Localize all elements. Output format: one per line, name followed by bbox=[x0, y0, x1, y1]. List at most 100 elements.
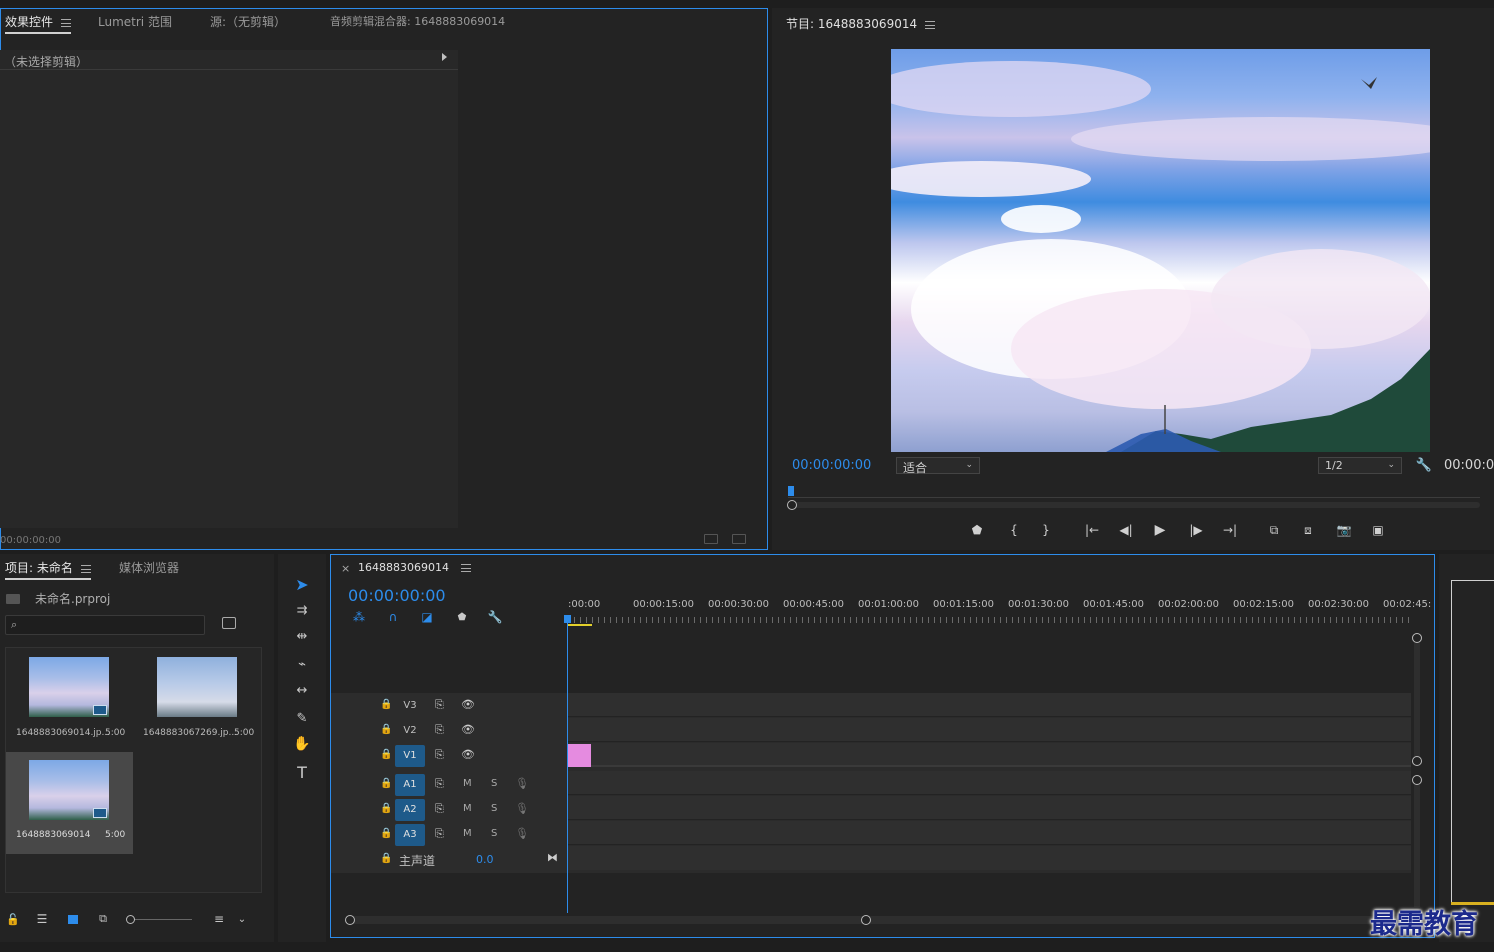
eye-icon[interactable]: 👁 bbox=[461, 723, 475, 736]
hand-tool-icon[interactable]: ✋ bbox=[291, 734, 313, 754]
track-a3-lane[interactable] bbox=[568, 821, 1411, 845]
panel-menu-icon[interactable] bbox=[460, 564, 471, 572]
timeline-sequence-tab[interactable]: 1648883069014 bbox=[358, 561, 471, 574]
no-clip-row[interactable]: （未选择剪辑） bbox=[0, 50, 458, 70]
add-marker-button[interactable]: ⬟ bbox=[967, 520, 987, 540]
project-item[interactable]: 1648883069014.jp... 5:00 bbox=[6, 648, 133, 752]
track-target-a1[interactable]: A1 bbox=[395, 774, 425, 796]
snap-magnet-icon[interactable]: ∩ bbox=[385, 610, 401, 624]
project-item[interactable]: 1648883067269.jp... 5:00 bbox=[134, 648, 261, 752]
mark-in-button[interactable]: { bbox=[1004, 520, 1024, 540]
track-lock-icon[interactable]: 🔒 bbox=[380, 803, 392, 814]
play-button[interactable]: ▶ bbox=[1150, 520, 1170, 540]
ripple-edit-tool-icon[interactable]: ⇹ bbox=[291, 626, 313, 646]
tab-project[interactable]: 项目: 未命名 bbox=[5, 554, 91, 582]
panel-menu-icon[interactable] bbox=[925, 20, 936, 29]
thumbnail-size-slider[interactable] bbox=[126, 915, 192, 924]
track-a2-lane[interactable] bbox=[568, 796, 1411, 820]
panel-menu-icon[interactable] bbox=[80, 564, 91, 573]
selection-tool-icon[interactable]: ➤ bbox=[291, 573, 313, 595]
master-track-volume[interactable]: 0.0 bbox=[476, 853, 494, 866]
program-time-ruler[interactable] bbox=[788, 484, 1480, 498]
wrench-icon[interactable]: 🔧 bbox=[1416, 457, 1432, 473]
nest-insert-icon[interactable]: ⁂ bbox=[351, 610, 367, 624]
timeline-playhead-handle[interactable] bbox=[564, 615, 571, 623]
track-target-v1[interactable]: V1 bbox=[395, 745, 425, 767]
program-video-frame[interactable] bbox=[891, 49, 1430, 452]
mute-button[interactable]: M bbox=[463, 828, 472, 839]
razor-tool-icon[interactable]: ⌁ bbox=[291, 654, 313, 674]
track-v2-lane[interactable] bbox=[568, 718, 1411, 742]
scroll-handle-left[interactable] bbox=[345, 915, 355, 925]
track-v3-lane[interactable] bbox=[568, 693, 1411, 717]
program-playhead-timecode[interactable]: 00:00:00:00 bbox=[792, 458, 871, 473]
pen-tool-icon[interactable]: ✎ bbox=[291, 708, 313, 728]
zoom-handle[interactable] bbox=[787, 500, 797, 510]
timeline-clip[interactable] bbox=[568, 744, 591, 767]
program-monitor-title[interactable]: 节目: 1648883069014 bbox=[786, 15, 936, 32]
tab-lumetri-scopes[interactable]: Lumetri 范围 bbox=[98, 8, 172, 36]
timeline-ruler[interactable]: :00:00 00:00:15:00 00:00:30:00 00:00:45:00 0… bbox=[568, 591, 1431, 627]
solo-button[interactable]: S bbox=[491, 803, 497, 814]
lock-icon[interactable]: 🔓 bbox=[6, 912, 20, 926]
master-track-lock-icon[interactable]: 🔒 bbox=[380, 853, 392, 864]
step-back-button[interactable]: ◀| bbox=[1116, 520, 1136, 540]
track-content-area[interactable] bbox=[568, 693, 1411, 873]
eye-icon[interactable]: 👁 bbox=[461, 748, 475, 761]
track-lock-icon[interactable]: 🔒 bbox=[380, 749, 392, 760]
wrench-icon[interactable]: 🔧 bbox=[487, 610, 503, 624]
fit-dropdown[interactable]: 适合 ⌄ bbox=[896, 457, 980, 475]
track-master-lane[interactable] bbox=[568, 846, 1411, 870]
step-forward-button[interactable]: |▶ bbox=[1186, 520, 1206, 540]
list-view-icon[interactable]: ☰ bbox=[34, 912, 50, 926]
track-output-icon[interactable]: ⎘ bbox=[435, 748, 444, 762]
tab-effect-controls[interactable]: 效果控件 bbox=[5, 8, 72, 36]
tab-media-browser[interactable]: 媒体浏览器 bbox=[119, 554, 179, 582]
slider-handle[interactable] bbox=[126, 915, 135, 924]
add-marker-icon[interactable]: ⬟ bbox=[455, 610, 469, 624]
scroll-handle-bottom[interactable] bbox=[1412, 756, 1422, 766]
scroll-handle-top[interactable] bbox=[1412, 633, 1422, 643]
microphone-icon[interactable]: 🎙 bbox=[515, 777, 529, 790]
chevron-down-icon[interactable]: ⌄ bbox=[236, 912, 248, 926]
microphone-icon[interactable]: 🎙 bbox=[515, 802, 529, 815]
microphone-icon[interactable]: 🎙 bbox=[515, 827, 529, 840]
track-output-icon[interactable]: ⎘ bbox=[435, 827, 444, 841]
solo-button[interactable]: S bbox=[491, 778, 497, 789]
tab-source[interactable]: 源:（无剪辑） bbox=[210, 8, 286, 36]
master-track-end-icon[interactable]: ⧓ bbox=[547, 851, 558, 864]
tab-audio-clip-mixer[interactable]: 音频剪辑混合器: 1648883069014 bbox=[330, 8, 505, 36]
effect-controls-timecode[interactable]: 00:00:00:00 bbox=[0, 535, 61, 546]
freeform-view-icon[interactable]: ⧉ bbox=[94, 912, 112, 926]
track-v1-lane[interactable] bbox=[568, 743, 1411, 767]
track-a1-lane[interactable] bbox=[568, 771, 1411, 795]
mark-out-button[interactable]: } bbox=[1036, 520, 1056, 540]
play-audio-icon[interactable] bbox=[704, 534, 718, 544]
track-target-a3[interactable]: A3 bbox=[395, 824, 425, 846]
sort-icon[interactable]: ≡ bbox=[212, 912, 226, 926]
track-output-icon[interactable]: ⎘ bbox=[435, 802, 444, 816]
track-lock-icon[interactable]: 🔒 bbox=[380, 724, 392, 735]
panel-menu-icon[interactable] bbox=[61, 18, 72, 27]
new-bin-search-icon[interactable] bbox=[222, 617, 236, 629]
timeline-horizontal-scrollbar[interactable] bbox=[345, 915, 1409, 925]
timeline-playhead[interactable] bbox=[567, 617, 568, 913]
track-lock-icon[interactable]: 🔒 bbox=[380, 699, 392, 710]
track-lock-icon[interactable]: 🔒 bbox=[380, 828, 392, 839]
track-output-icon[interactable]: ⎘ bbox=[435, 723, 444, 737]
mute-button[interactable]: M bbox=[463, 778, 472, 789]
go-to-out-button[interactable]: →| bbox=[1220, 520, 1240, 540]
program-zoom-scrollbar[interactable] bbox=[787, 500, 1480, 510]
eye-icon[interactable]: 👁 bbox=[461, 698, 475, 711]
scroll-handle-top[interactable] bbox=[1412, 775, 1422, 785]
scroll-handle-right[interactable] bbox=[861, 915, 871, 925]
timeline-close-icon[interactable]: × bbox=[341, 562, 350, 575]
icon-view-icon[interactable] bbox=[66, 912, 80, 926]
track-target-v2[interactable]: V2 bbox=[395, 720, 425, 742]
work-area-bar[interactable] bbox=[568, 624, 592, 626]
lift-button[interactable]: ⧉ bbox=[1264, 520, 1284, 540]
slip-tool-icon[interactable]: ↔ bbox=[291, 680, 313, 700]
linked-selection-icon[interactable]: ◪ bbox=[419, 610, 435, 624]
type-tool-icon[interactable]: T bbox=[291, 762, 313, 782]
expand-arrow-icon[interactable] bbox=[442, 53, 447, 61]
